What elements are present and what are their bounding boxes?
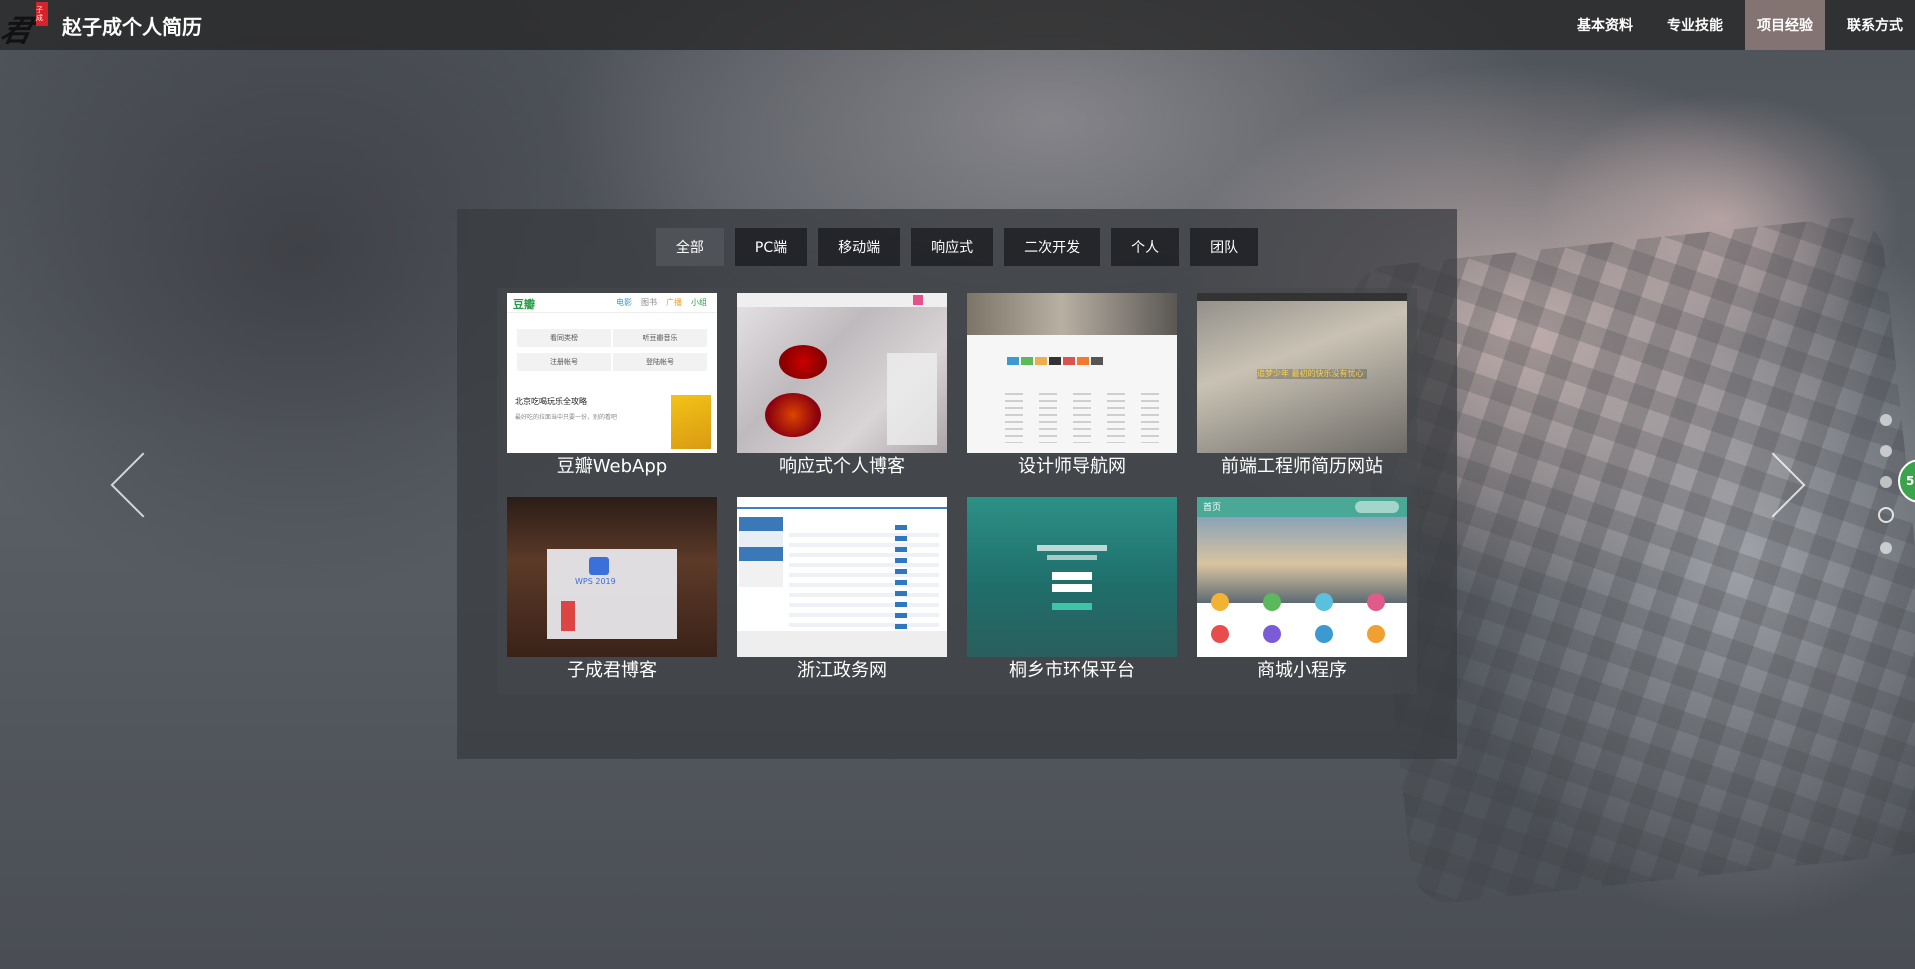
douban-link: 图书 <box>641 298 657 307</box>
thumb-capsule <box>1355 501 1399 513</box>
thumb-chips <box>1007 357 1103 365</box>
site-logo[interactable]: 君 子成 <box>0 0 50 50</box>
thumb-icon <box>1211 625 1229 643</box>
project-card-tongxiang-eco[interactable]: 桐乡市环保平台 <box>967 497 1177 688</box>
thumb-header-text: 首页 <box>1203 503 1222 513</box>
thumb-sidebar <box>739 517 783 587</box>
thumb-footer <box>737 631 947 657</box>
project-thumbnail: WPS 2019 <box>507 497 717 657</box>
douban-box: 看同类榜 <box>517 329 611 347</box>
project-thumbnail <box>967 293 1177 453</box>
main-nav: 基本资料 专业技能 项目经验 联系方式 <box>1555 0 1915 50</box>
filter-personal[interactable]: 个人 <box>1111 228 1180 266</box>
project-panel: 全部 PC端 移动端 响应式 二次开发 个人 团队 豆瓣 电影 图书 广播 小组… <box>457 209 1457 759</box>
section-dot[interactable] <box>1880 445 1892 457</box>
filter-secondary-dev[interactable]: 二次开发 <box>1004 228 1101 266</box>
project-thumbnail <box>967 497 1177 657</box>
project-thumbnail: 首页 <box>1197 497 1407 657</box>
section-dot[interactable] <box>1880 414 1892 426</box>
thumb-text: WPS 2019 <box>575 577 616 586</box>
thumb-icon <box>1315 625 1333 643</box>
douban-box: 注册帐号 <box>517 353 611 371</box>
project-title: 响应式个人博客 <box>779 456 905 477</box>
filter-all[interactable]: 全部 <box>655 228 724 266</box>
nav-item-contact[interactable]: 联系方式 <box>1835 0 1915 50</box>
thumb-title <box>1037 545 1107 551</box>
project-title: 浙江政务网 <box>797 660 887 681</box>
nav-item-basic-info[interactable]: 基本资料 <box>1565 0 1645 50</box>
thumb-header <box>1197 293 1407 301</box>
project-title: 设计师导航网 <box>1018 456 1126 477</box>
thumb-columns <box>1005 393 1159 443</box>
section-dot-active[interactable] <box>1878 507 1894 523</box>
thumb-icon <box>1315 593 1333 611</box>
thumb-input <box>1052 584 1092 592</box>
filter-bar: 全部 PC端 移动端 响应式 二次开发 个人 团队 <box>457 228 1457 266</box>
section-dot[interactable] <box>1880 476 1892 488</box>
douban-article-title: 北京吃喝玩乐全攻略 <box>515 397 587 406</box>
thumb-icon <box>1367 593 1385 611</box>
project-thumbnail: 豆瓣 电影 图书 广播 小组 看同类榜 听豆瓣音乐 注册帐号 登陆帐号 北京吃喝… <box>507 293 717 453</box>
filter-pc[interactable]: PC端 <box>734 228 808 266</box>
douban-link: 小组 <box>691 298 707 307</box>
thumb-buttons <box>895 525 907 635</box>
thumb-text: 追梦少年 最初的快乐没有忧心 <box>1257 369 1364 378</box>
book-cover-image <box>671 395 711 449</box>
thumb-button <box>1052 603 1092 610</box>
thumb-accent <box>561 601 575 631</box>
douban-box: 听豆瓣音乐 <box>613 329 707 347</box>
rose-image <box>779 345 827 379</box>
project-card-responsive-blog[interactable]: 响应式个人博客 <box>737 293 947 484</box>
project-card-designer-nav[interactable]: 设计师导航网 <box>967 293 1177 484</box>
thumb-subtitle <box>1047 555 1097 560</box>
project-title: 豆瓣WebApp <box>556 456 668 477</box>
project-grid: 豆瓣 电影 图书 广播 小组 看同类榜 听豆瓣音乐 注册帐号 登陆帐号 北京吃喝… <box>497 288 1417 694</box>
project-thumbnail <box>737 293 947 453</box>
project-thumbnail: 追梦少年 最初的快乐没有忧心 <box>1197 293 1407 453</box>
thumb-banner <box>967 293 1177 335</box>
thumb-input <box>1052 572 1092 580</box>
rose-image <box>765 393 821 437</box>
filter-team[interactable]: 团队 <box>1190 228 1259 266</box>
top-navbar: 君 子成 赵子成个人简历 基本资料 专业技能 项目经验 联系方式 <box>0 0 1915 50</box>
section-dots <box>1878 414 1894 573</box>
project-card-zhejiang-gov[interactable]: 浙江政务网 <box>737 497 947 688</box>
project-card-zichengjun-blog[interactable]: WPS 2019 子成君博客 <box>507 497 717 688</box>
douban-link: 电影 <box>616 298 632 307</box>
project-title: 商城小程序 <box>1257 660 1347 681</box>
douban-article-desc: 最好吃的拉面当中只要一份，别的看吧 <box>515 414 618 421</box>
project-card-resume-site[interactable]: 追梦少年 最初的快乐没有忧心 前端工程师简历网站 <box>1197 293 1407 484</box>
project-title: 前端工程师简历网站 <box>1221 456 1383 477</box>
project-card-mall-miniapp[interactable]: 首页 商城小程序 <box>1197 497 1407 688</box>
thumb-icon <box>1263 593 1281 611</box>
thumb-icon <box>1367 625 1385 643</box>
filter-responsive[interactable]: 响应式 <box>911 228 994 266</box>
douban-box: 登陆帐号 <box>613 353 707 371</box>
thumb-accent <box>913 295 923 305</box>
section-dot[interactable] <box>1880 542 1892 554</box>
thumb-header <box>737 497 947 509</box>
douban-links: 电影 图书 广播 小组 <box>616 297 707 308</box>
site-title[interactable]: 赵子成个人简历 <box>62 11 202 40</box>
filter-mobile[interactable]: 移动端 <box>818 228 901 266</box>
nav-item-projects[interactable]: 项目经验 <box>1745 0 1825 50</box>
thumb-banner <box>1197 517 1407 603</box>
thumb-table <box>789 527 939 637</box>
thumb-sidebar <box>887 353 937 445</box>
project-thumbnail <box>737 497 947 657</box>
project-title: 子成君博客 <box>567 660 657 681</box>
thumb-icon <box>1263 625 1281 643</box>
douban-brand: 豆瓣 <box>513 298 535 311</box>
thumb-icon <box>1211 593 1229 611</box>
project-card-douban[interactable]: 豆瓣 电影 图书 广播 小组 看同类榜 听豆瓣音乐 注册帐号 登陆帐号 北京吃喝… <box>507 293 717 484</box>
logo-glyph: 君 <box>0 14 35 49</box>
wps-logo-icon <box>589 557 609 575</box>
project-title: 桐乡市环保平台 <box>1009 660 1135 681</box>
douban-link: 广播 <box>666 298 682 307</box>
next-slide-arrow-icon[interactable] <box>1772 448 1802 520</box>
prev-slide-arrow-icon[interactable] <box>112 448 142 520</box>
nav-item-skills[interactable]: 专业技能 <box>1655 0 1735 50</box>
logo-seal: 子成 <box>36 2 48 26</box>
